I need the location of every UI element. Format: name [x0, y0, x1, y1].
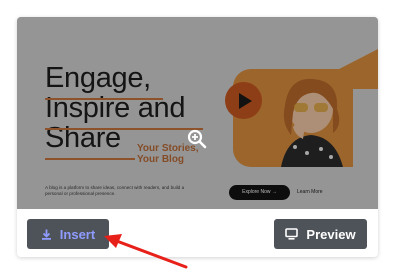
monitor-icon — [285, 228, 299, 240]
template-thumbnail[interactable]: Engage, Inspire and Share Your Stories, … — [17, 17, 378, 209]
hover-overlay — [17, 17, 378, 209]
template-card: Engage, Inspire and Share Your Stories, … — [17, 17, 378, 257]
insert-label: Insert — [59, 226, 96, 242]
insert-button[interactable]: Insert — [27, 219, 109, 249]
preview-button[interactable]: Preview — [274, 219, 367, 249]
download-icon — [41, 229, 51, 240]
zoom-in-icon[interactable] — [187, 129, 207, 149]
preview-label: Preview — [306, 226, 356, 242]
